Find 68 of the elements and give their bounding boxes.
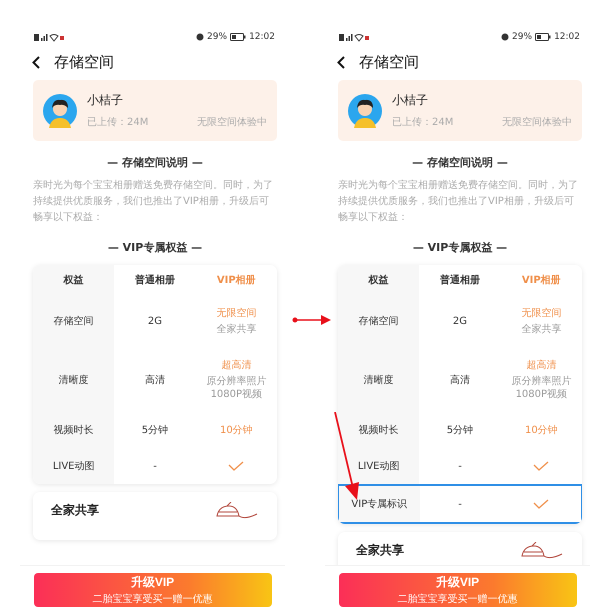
checkmark-icon xyxy=(228,461,244,471)
card-title: 全家共享 xyxy=(356,542,404,559)
battery-icon xyxy=(535,33,552,41)
battery-percent: 29% xyxy=(512,32,532,42)
table-cell-text: VIP专属标识 xyxy=(351,498,408,511)
table-cell-text: 10分钟 xyxy=(524,424,558,437)
upgrade-button[interactable]: 升级VIP 二胎宝宝享受买一赠一优惠 xyxy=(34,573,272,607)
table-cell-text: 清晰度 xyxy=(58,374,89,386)
table-cell-text: 视频时长 xyxy=(358,424,399,437)
table-cell-text: 存储空间 xyxy=(54,314,94,328)
back-button[interactable] xyxy=(335,54,347,70)
column-header: 普通相册 xyxy=(134,273,176,288)
profile-name: 小桔子 xyxy=(87,92,124,109)
table-cell-text: 高清 xyxy=(144,374,165,386)
page-title: 存储空间 xyxy=(54,52,114,72)
cell-note: 原分辨率照片 1080P视频 xyxy=(511,375,572,401)
table-cell-text: LIVE动图 xyxy=(358,460,400,473)
page-title: 存储空间 xyxy=(359,52,419,72)
back-button[interactable] xyxy=(30,54,42,70)
upload-size: 已上传：24M xyxy=(87,116,148,129)
cell-note: 全家共享 xyxy=(521,323,562,336)
battery-percent: 29% xyxy=(207,32,228,42)
section-title: — VIP专属权益 — xyxy=(106,240,204,255)
battery-icon xyxy=(230,33,246,41)
description-text: 亲时光为每个宝宝相册赠送免费存储空间。同时，为了持续提供优质服务，我们也推出了VIP相册，升级后可畅享以下权益： xyxy=(33,178,274,225)
signal-icon xyxy=(339,32,369,42)
table-cell: 2G xyxy=(452,316,468,326)
signal-icon xyxy=(34,32,64,42)
column-header: 权益 xyxy=(33,265,114,295)
checkmark-icon xyxy=(532,499,549,509)
vip-status: 无限空间体验中 xyxy=(502,116,572,129)
avatar-icon xyxy=(43,94,77,128)
column-header: 普通相册 xyxy=(438,273,481,288)
upload-size: 已上传：24M xyxy=(392,116,454,129)
table-cell-text: 10分钟 xyxy=(220,424,253,437)
table-cell-text: 超高清 xyxy=(221,358,252,372)
column-header: VIP相册 xyxy=(520,274,562,288)
table-cell-text: 高清 xyxy=(450,374,470,386)
column-header: 权益 xyxy=(338,265,420,295)
table-cell-text: 超高清 xyxy=(526,358,556,372)
table-cell-text: 无限空间 xyxy=(216,306,256,320)
table-cell: - xyxy=(458,460,462,472)
cell-note: 全家共享 xyxy=(216,323,256,336)
section-title: — 存储空间说明 — xyxy=(411,155,509,170)
clock-time: 12:02 xyxy=(554,32,580,42)
table-cell-text: 无限空间 xyxy=(521,306,562,320)
vip-status: 无限空间体验中 xyxy=(197,116,267,129)
checkmark-icon xyxy=(533,461,550,471)
description-text: 亲时光为每个宝宝相册赠送免费存储空间。同时，为了持续提供优质服务，我们也推出了VIP相册，升级后可畅享以下权益： xyxy=(338,178,579,225)
table-cell-text: 存储空间 xyxy=(358,314,399,328)
table-cell-text: LIVE动图 xyxy=(52,460,94,473)
profile-name: 小桔子 xyxy=(392,92,429,109)
arrow-icon xyxy=(292,315,332,325)
column-header: VIP相册 xyxy=(216,274,257,288)
card-title: 全家共享 xyxy=(51,502,99,519)
table-cell-text: 5分钟 xyxy=(142,424,168,437)
table-cell: 2G xyxy=(148,316,162,326)
table-cell: - xyxy=(153,460,157,472)
table-cell-text: 5分钟 xyxy=(446,424,474,437)
avatar-icon xyxy=(348,94,382,128)
table-cell: - xyxy=(458,498,462,510)
table-cell-text: 视频时长 xyxy=(54,424,94,437)
section-title: — 存储空间说明 — xyxy=(106,155,204,170)
table-cell-text: 清晰度 xyxy=(364,374,394,386)
clock-time: 12:02 xyxy=(249,32,275,42)
upgrade-button[interactable]: 升级VIP 二胎宝宝享受买一赠一优惠 xyxy=(338,573,576,607)
section-title: — VIP专属权益 — xyxy=(412,240,508,255)
cell-note: 原分辨率照片 1080P视频 xyxy=(206,375,266,401)
